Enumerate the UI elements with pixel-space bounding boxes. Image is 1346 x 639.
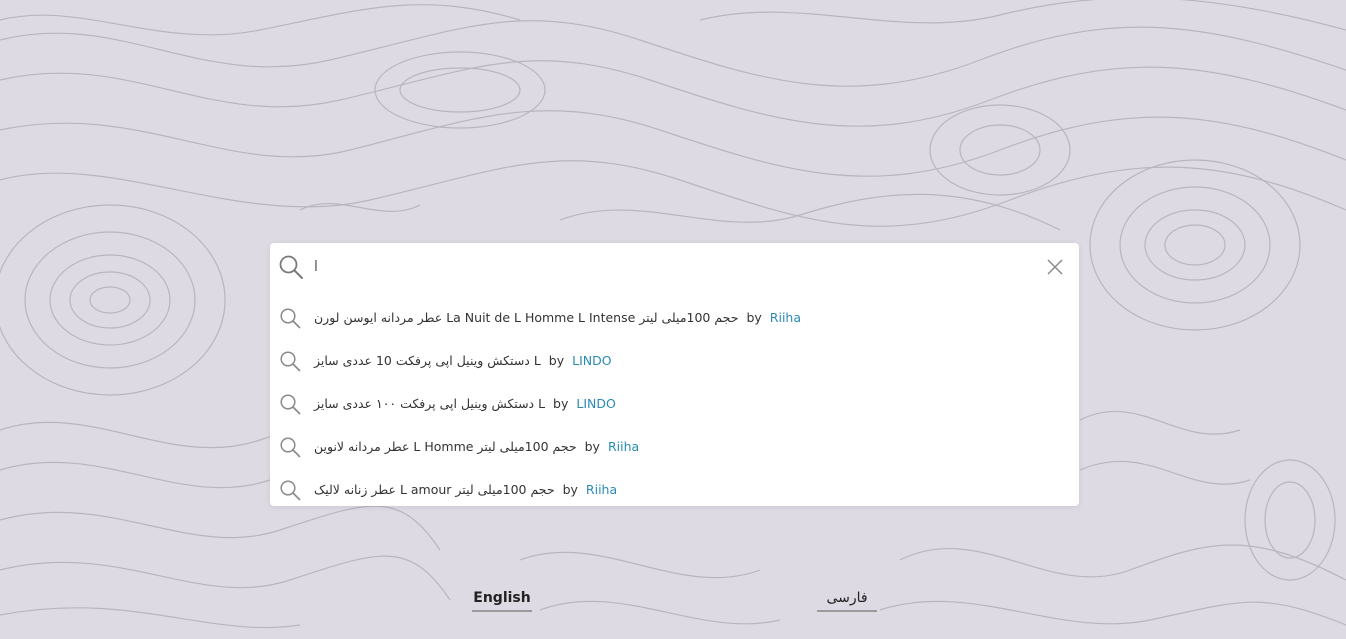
- suggestion-text: دستکش وینیل اپی پرفکت ۱۰۰ عددی سایز L by…: [314, 396, 616, 411]
- suggestion-text: دستکش وینیل اپی پرفکت 10 عددی سایز L by …: [314, 353, 612, 368]
- search-icon: [280, 351, 301, 372]
- suggestion-item[interactable]: عطر مردانه لانوین L Homme حجم 100میلی لی…: [270, 427, 1079, 470]
- suggestion-text: عطر مردانه لانوین L Homme حجم 100میلی لی…: [314, 439, 639, 454]
- suggestion-title: دستکش وینیل اپی پرفکت 10 عددی سایز L: [314, 353, 541, 368]
- suggestion-text: عطر مردانه ایوسن لورن La Nuit de L Homme…: [314, 310, 801, 325]
- language-english-link[interactable]: English: [472, 590, 532, 612]
- search-panel: عطر مردانه ایوسن لورن La Nuit de L Homme…: [270, 243, 1079, 506]
- suggestion-by: by: [562, 482, 578, 497]
- search-icon: [279, 255, 303, 279]
- suggestion-item[interactable]: دستکش وینیل اپی پرفکت 10 عددی سایز L by …: [270, 341, 1079, 384]
- suggestion-item[interactable]: عطر زنانه لالیک L amour حجم 100میلی لیتر…: [270, 470, 1079, 513]
- search-input[interactable]: [314, 253, 1014, 281]
- close-icon[interactable]: [1045, 257, 1065, 277]
- suggestion-title: عطر مردانه ایوسن لورن La Nuit de L Homme…: [314, 310, 739, 325]
- search-icon: [280, 308, 301, 329]
- search-icon: [280, 437, 301, 458]
- suggestion-item[interactable]: دستکش وینیل اپی پرفکت ۱۰۰ عددی سایز L by…: [270, 384, 1079, 427]
- search-icon: [280, 480, 301, 501]
- suggestion-text: عطر زنانه لالیک L amour حجم 100میلی لیتر…: [314, 482, 617, 497]
- language-persian-link[interactable]: فارسی: [817, 590, 877, 612]
- suggestion-by: by: [548, 353, 565, 368]
- suggestion-brand-link[interactable]: LINDO: [576, 396, 615, 411]
- suggestion-by: by: [584, 439, 600, 454]
- search-icon: [280, 394, 301, 415]
- suggestion-title: عطر مردانه لانوین L Homme حجم 100میلی لی…: [314, 439, 577, 454]
- suggestion-brand-link[interactable]: Riiha: [770, 310, 801, 325]
- search-bar: [270, 243, 1079, 291]
- suggestion-by: by: [746, 310, 762, 325]
- suggestion-brand-link[interactable]: LINDO: [572, 353, 611, 368]
- suggestion-brand-link[interactable]: Riiha: [608, 439, 639, 454]
- suggestion-title: عطر زنانه لالیک L amour حجم 100میلی لیتر: [314, 482, 555, 497]
- suggestion-title: دستکش وینیل اپی پرفکت ۱۰۰ عددی سایز L: [314, 396, 546, 411]
- suggestion-list: عطر مردانه ایوسن لورن La Nuit de L Homme…: [270, 298, 1079, 513]
- suggestion-brand-link[interactable]: Riiha: [586, 482, 617, 497]
- suggestion-item[interactable]: عطر مردانه ایوسن لورن La Nuit de L Homme…: [270, 298, 1079, 341]
- suggestion-by: by: [553, 396, 569, 411]
